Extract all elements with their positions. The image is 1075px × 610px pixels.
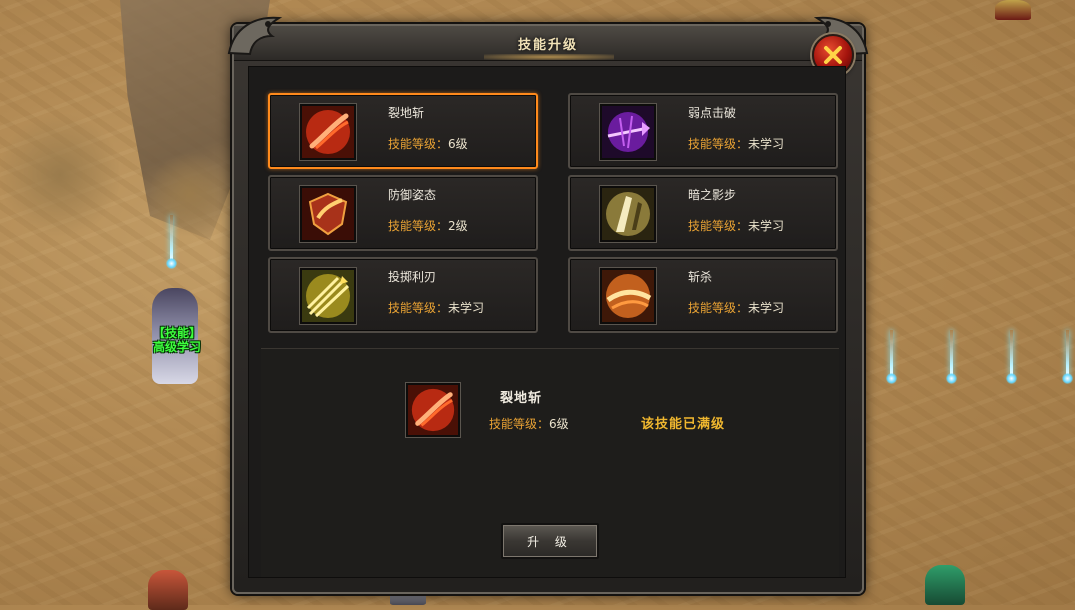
- window-title: 技能升级: [517, 38, 578, 53]
- skill-level-label: 技能等级：: [688, 137, 749, 151]
- teleport-light-pillar: [886, 330, 897, 384]
- skill-level-value: 6级: [448, 137, 468, 151]
- skill-card-zhan-sha[interactable]: 斩杀 技能等级：未学习: [568, 257, 838, 333]
- max-level-status: 该技能已满级: [641, 417, 726, 432]
- npc-label-line1: 【技能】: [152, 326, 201, 340]
- dry-bush: [0, 110, 120, 240]
- skill-level-value: 2级: [448, 219, 468, 233]
- skill-card-tou-zhi-li-ren[interactable]: 投掷利刃 技能等级：未学习: [268, 257, 538, 333]
- shadow-step-icon: [600, 186, 656, 242]
- throwing-blades-icon: [300, 268, 356, 324]
- teleport-light-pillar: [946, 330, 957, 384]
- skill-upgrade-window: 技能升级 裂地斩 技能等级：6级 弱点击破 技能等级：未学习 防御姿态 技能等级…: [227, 16, 869, 594]
- detail-level-value: 6级: [549, 417, 569, 431]
- purple-arrow-icon: [600, 104, 656, 160]
- close-icon: [824, 46, 842, 64]
- teleport-light-pillar: [1062, 330, 1073, 384]
- npc-name-label: 【技能】 高级学习: [142, 326, 212, 354]
- detail-level-label: 技能等级：: [489, 417, 550, 431]
- dry-bush: [150, 150, 230, 240]
- title-glow: [484, 54, 614, 60]
- skill-level-value: 未学习: [448, 301, 485, 315]
- player-character[interactable]: [995, 0, 1031, 20]
- skill-card-fang-yu-zi-tai[interactable]: 防御姿态 技能等级：2级: [268, 175, 538, 251]
- title-bar[interactable]: 技能升级: [227, 16, 869, 61]
- skill-level: 技能等级：未学习: [688, 299, 784, 316]
- skill-name: 弱点击破: [688, 106, 737, 120]
- skill-name: 投掷利刃: [388, 270, 437, 284]
- skill-name: 裂地斩: [388, 106, 425, 120]
- detail-skill-name: 裂地斩: [500, 391, 543, 406]
- player-character[interactable]: [148, 570, 188, 610]
- skill-card-lie-di-zhan[interactable]: 裂地斩 技能等级：6级: [268, 93, 538, 169]
- detail-skill-level: 技能等级：6级: [489, 415, 569, 432]
- skill-level: 技能等级：2级: [388, 217, 468, 234]
- skill-level-value: 未学习: [748, 219, 785, 233]
- skill-level: 技能等级：未学习: [688, 135, 784, 152]
- skill-level-label: 技能等级：: [388, 137, 449, 151]
- skill-card-ruo-dian-ji-po[interactable]: 弱点击破 技能等级：未学习: [568, 93, 838, 169]
- skill-card-an-zhi-ying-bu[interactable]: 暗之影步 技能等级：未学习: [568, 175, 838, 251]
- skill-detail-panel: 裂地斩 技能等级：6级 该技能已满级 升 级: [261, 348, 839, 577]
- teleport-light-pillar: [1006, 330, 1017, 384]
- skill-level: 技能等级：6级: [388, 135, 468, 152]
- skill-level: 技能等级：未学习: [688, 217, 784, 234]
- crimson-slash-icon: [300, 104, 356, 160]
- skill-level-label: 技能等级：: [388, 301, 449, 315]
- skill-level: 技能等级：未学习: [388, 299, 484, 316]
- skill-name: 暗之影步: [688, 188, 737, 202]
- upgrade-button[interactable]: 升 级: [501, 523, 599, 559]
- skill-level-value: 未学习: [748, 137, 785, 151]
- skill-level-label: 技能等级：: [688, 301, 749, 315]
- teleport-light-pillar: [166, 215, 177, 269]
- player-character[interactable]: [925, 565, 965, 605]
- npc-label-line2: 高级学习: [152, 340, 201, 354]
- skill-level-value: 未学习: [748, 301, 785, 315]
- skill-name: 斩杀: [688, 270, 713, 284]
- crimson-slash-icon: [406, 383, 460, 437]
- flame-shield-icon: [300, 186, 356, 242]
- execute-slash-icon: [600, 268, 656, 324]
- skill-level-label: 技能等级：: [388, 219, 449, 233]
- skill-master-npc[interactable]: 【技能】 高级学习: [142, 288, 208, 388]
- skill-name: 防御姿态: [388, 188, 437, 202]
- skill-level-label: 技能等级：: [688, 219, 749, 233]
